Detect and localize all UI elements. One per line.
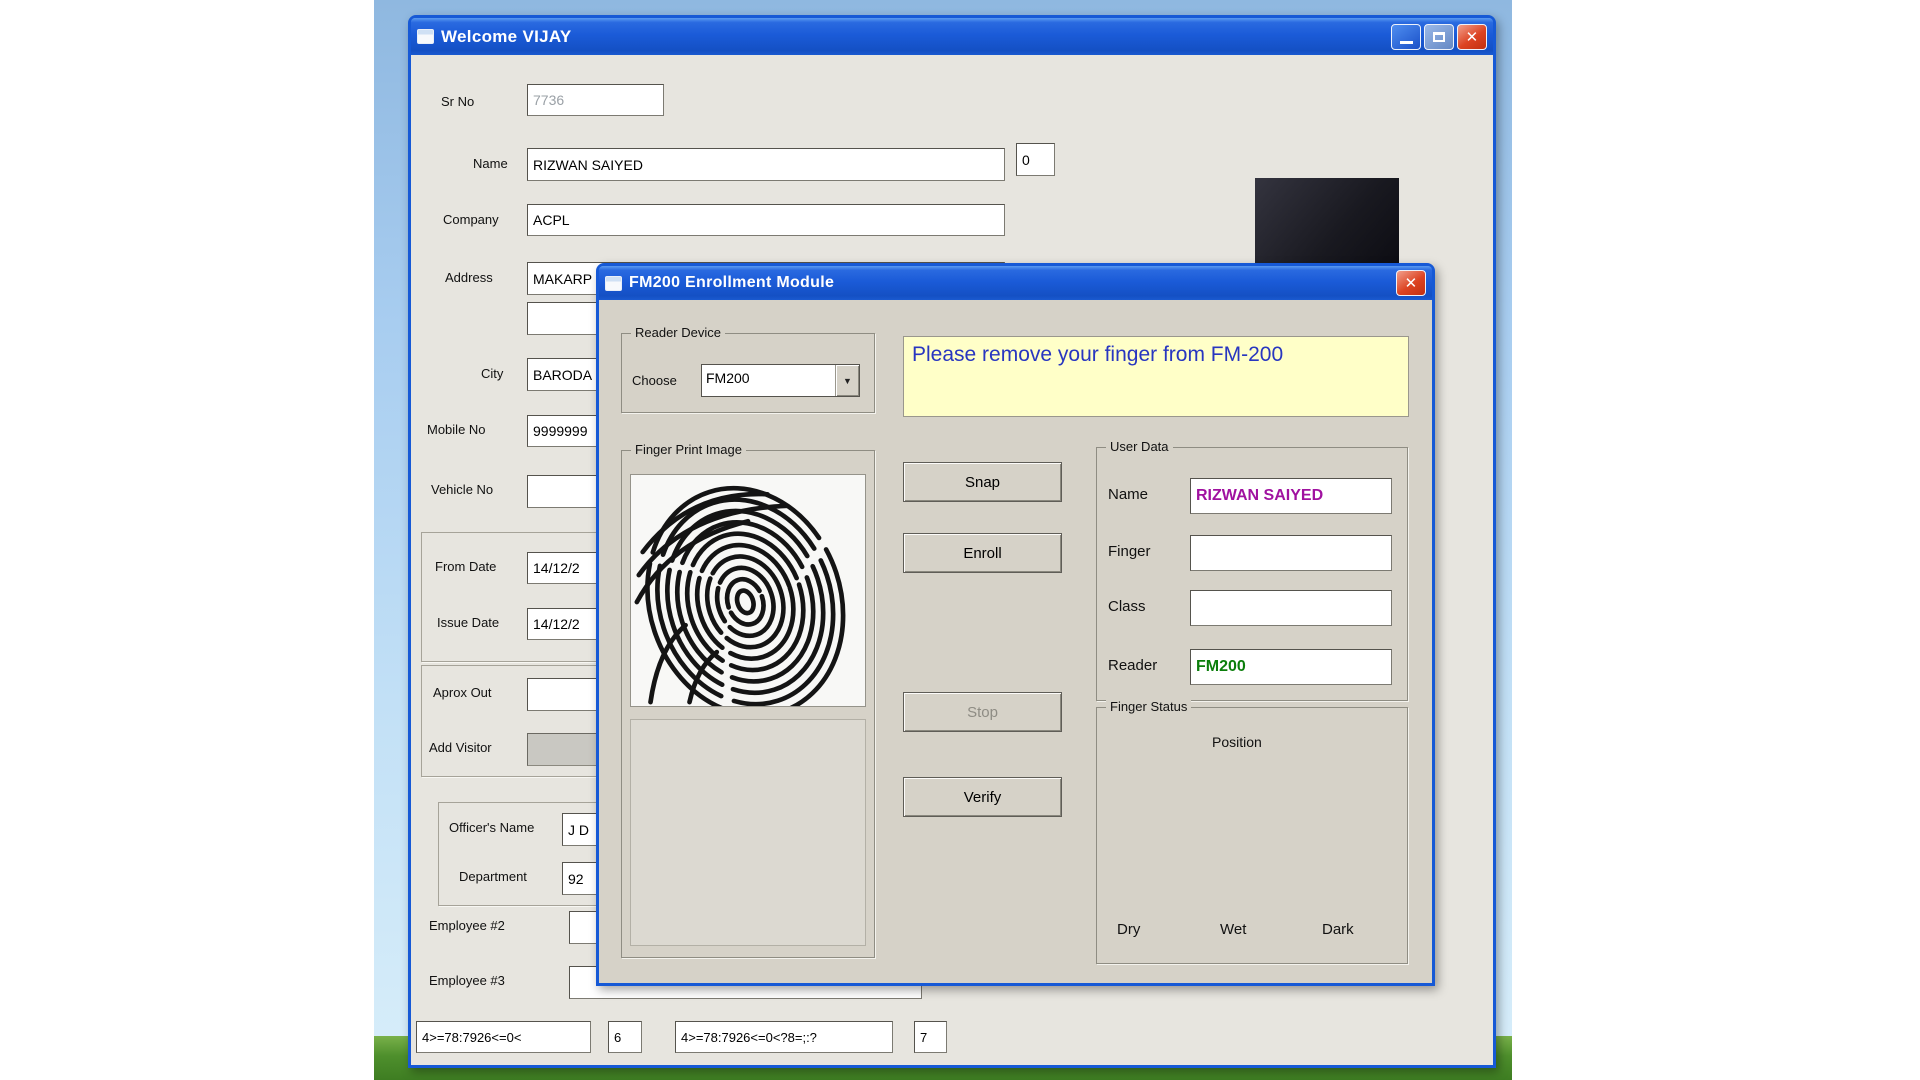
wet-label: Wet: [1220, 921, 1246, 938]
employee2-label: Employee #2: [429, 918, 505, 933]
sr-no-field[interactable]: [527, 84, 664, 116]
city-label: City: [481, 366, 503, 381]
minimize-button[interactable]: [1391, 24, 1421, 50]
user-name-label: Name: [1108, 486, 1148, 503]
company-field[interactable]: [527, 204, 1005, 236]
form-icon: [417, 29, 434, 44]
reader-combobox[interactable]: FM200 ▼: [701, 364, 860, 397]
minimize-icon: [1400, 41, 1413, 44]
enrollment-window: FM200 Enrollment Module ✕ Reader Device …: [596, 263, 1435, 986]
aprox-out-label: Aprox Out: [433, 685, 492, 700]
address-label: Address: [445, 270, 493, 285]
user-name-field[interactable]: [1190, 478, 1392, 514]
officers-name-label: Officer's Name: [449, 820, 534, 835]
finger-status-group-title: Finger Status: [1106, 699, 1191, 714]
user-finger-label: Finger: [1108, 543, 1151, 560]
name-label: Name: [473, 156, 508, 171]
dropdown-button[interactable]: ▼: [835, 365, 859, 396]
snap-button[interactable]: Snap: [903, 462, 1062, 502]
dry-label: Dry: [1117, 921, 1140, 938]
capture-panel: [630, 719, 866, 946]
user-class-field[interactable]: [1190, 590, 1392, 626]
stop-button: Stop: [903, 692, 1062, 732]
welcome-title: Welcome VIJAY: [441, 27, 572, 47]
user-reader-field[interactable]: [1190, 649, 1392, 685]
close-icon: ✕: [1466, 28, 1479, 46]
choose-label: Choose: [632, 373, 677, 388]
reader-device-group-title: Reader Device: [631, 325, 725, 340]
position-label: Position: [1212, 734, 1262, 750]
welcome-titlebar[interactable]: Welcome VIJAY ✕: [411, 18, 1493, 55]
chevron-down-icon: ▼: [843, 376, 852, 386]
close-icon: ✕: [1405, 274, 1418, 292]
footer-code-2[interactable]: [675, 1021, 893, 1053]
dark-label: Dark: [1322, 921, 1354, 938]
user-data-group-title: User Data: [1106, 439, 1173, 454]
verify-button[interactable]: Verify: [903, 777, 1062, 817]
footer-num-2[interactable]: [914, 1021, 947, 1053]
from-date-label: From Date: [435, 559, 496, 574]
form-icon: [605, 276, 622, 291]
sr-no-label: Sr No: [441, 94, 474, 109]
issue-date-label: Issue Date: [437, 615, 499, 630]
enroll-button[interactable]: Enroll: [903, 533, 1062, 573]
add-visitor-label: Add Visitor: [429, 740, 492, 755]
fingerprint-graphic: [631, 475, 865, 706]
close-button[interactable]: ✕: [1457, 24, 1487, 50]
status-message-box: Please remove your finger from FM-200: [903, 336, 1409, 417]
company-label: Company: [443, 212, 499, 227]
employee3-label: Employee #3: [429, 973, 505, 988]
enrollment-titlebar[interactable]: FM200 Enrollment Module ✕: [599, 266, 1432, 300]
user-reader-label: Reader: [1108, 657, 1157, 674]
maximize-button[interactable]: [1424, 24, 1454, 50]
user-class-label: Class: [1108, 598, 1146, 615]
finger-print-group-title: Finger Print Image: [631, 442, 746, 457]
fingerprint-image: [630, 474, 866, 707]
maximize-icon: [1433, 32, 1445, 42]
footer-code-1[interactable]: [416, 1021, 591, 1053]
user-finger-field[interactable]: [1190, 535, 1392, 571]
footer-num-1[interactable]: [608, 1021, 642, 1053]
reader-combobox-value: FM200: [702, 365, 835, 396]
mobile-no-label: Mobile No: [427, 422, 486, 437]
department-label: Department: [459, 869, 527, 884]
enrollment-close-button[interactable]: ✕: [1396, 270, 1426, 296]
name-field[interactable]: [527, 148, 1005, 181]
name-count-field[interactable]: [1016, 143, 1055, 176]
enrollment-title: FM200 Enrollment Module: [629, 274, 834, 292]
vehicle-no-label: Vehicle No: [431, 482, 493, 497]
